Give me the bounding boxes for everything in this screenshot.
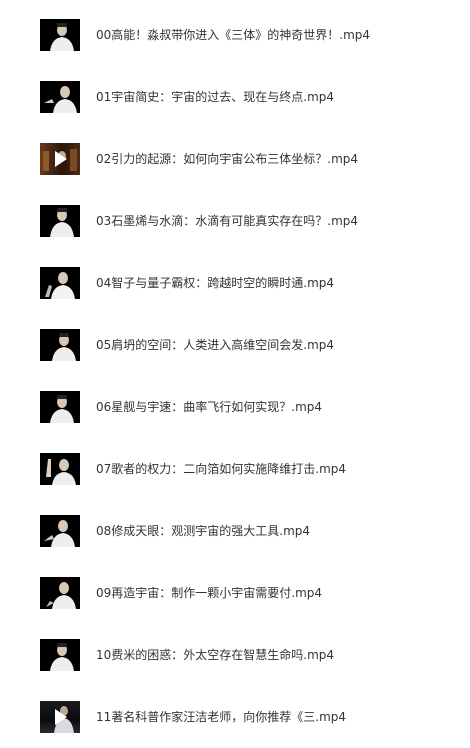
video-list-item[interactable]: 09再造宇宙：制作一颗小宇宙需要付.mp4 — [0, 562, 470, 624]
play-icon — [43, 149, 77, 171]
presenter-silhouette-icon — [50, 208, 74, 237]
video-list-item[interactable]: 05肩坍的空间：人类进入高维空间会发.mp4 — [0, 314, 470, 376]
video-file-name: 11著名科普作家汪洁老师，向你推荐《三.mp4 — [96, 710, 347, 724]
presenter-silhouette-icon — [50, 23, 74, 51]
video-thumbnail-icon — [40, 577, 80, 609]
video-thumbnail-icon — [40, 81, 80, 113]
play-icon — [54, 706, 74, 733]
video-file-name: 05肩坍的空间：人类进入高维空间会发.mp4 — [96, 338, 335, 352]
video-thumbnail-icon — [40, 453, 80, 485]
video-file-name: 07歌者的权力：二向箔如何实施降维打击.mp4 — [96, 462, 347, 476]
video-file-name: 00高能！淼叔带你进入《三体》的神奇世界！.mp4 — [96, 28, 371, 42]
video-file-name: 06星舰与宇速：曲率飞行如何实现？.mp4 — [96, 400, 323, 414]
video-file-name: 03石墨烯与水滴：水滴有可能真实存在吗？.mp4 — [96, 214, 359, 228]
video-list-item[interactable]: 10费米的困惑：外太空存在智慧生命吗.mp4 — [0, 624, 470, 686]
video-thumbnail-icon — [40, 205, 80, 237]
presenter-silhouette-icon — [46, 459, 76, 485]
video-list-item[interactable]: 08修成天眼：观测宇宙的强大工具.mp4 — [0, 500, 470, 562]
video-list-item[interactable]: 11著名科普作家汪洁老师，向你推荐《三.mp4 — [0, 686, 470, 748]
video-list-item[interactable]: 03石墨烯与水滴：水滴有可能真实存在吗？.mp4 — [0, 190, 470, 252]
presenter-silhouette-icon — [52, 333, 76, 361]
video-thumbnail-icon — [40, 19, 80, 51]
presenter-silhouette-icon — [44, 86, 77, 113]
video-list-item[interactable]: 01宇宙简史：宇宙的过去、现在与终点.mp4 — [0, 66, 470, 128]
presenter-silhouette-icon — [44, 520, 75, 547]
video-file-list: 00高能！淼叔带你进入《三体》的神奇世界！.mp4 01宇宙简史：宇宙的过去、现… — [0, 0, 470, 742]
video-file-name: 10费米的困惑：外太空存在智慧生命吗.mp4 — [96, 648, 335, 662]
presenter-silhouette-icon — [46, 582, 76, 609]
video-file-name: 09再造宇宙：制作一颗小宇宙需要付.mp4 — [96, 586, 323, 600]
video-list-item[interactable]: 02引力的起源：如何向宇宙公布三体坐标？.mp4 — [0, 128, 470, 190]
video-list-item[interactable]: 06星舰与宇速：曲率飞行如何实现？.mp4 — [0, 376, 470, 438]
video-thumbnail-icon — [40, 329, 80, 361]
video-thumbnail-icon — [40, 267, 80, 299]
presenter-silhouette-icon — [50, 643, 74, 671]
presenter-silhouette-icon — [50, 395, 74, 423]
video-thumbnail-icon — [40, 639, 80, 671]
video-thumbnail-icon — [40, 391, 80, 423]
video-list-item[interactable]: 07歌者的权力：二向箔如何实施降维打击.mp4 — [0, 438, 470, 500]
video-file-name: 08修成天眼：观测宇宙的强大工具.mp4 — [96, 524, 311, 538]
video-list-item[interactable]: 00高能！淼叔带你进入《三体》的神奇世界！.mp4 — [0, 4, 470, 66]
video-thumbnail-icon — [40, 701, 80, 733]
video-list-item[interactable]: 04智子与量子霸权：跨越时空的瞬时通.mp4 — [0, 252, 470, 314]
video-file-name: 04智子与量子霸权：跨越时空的瞬时通.mp4 — [96, 276, 335, 290]
video-file-name: 02引力的起源：如何向宇宙公布三体坐标？.mp4 — [96, 152, 359, 166]
video-thumbnail-icon — [40, 143, 80, 175]
presenter-silhouette-icon — [45, 272, 75, 299]
video-thumbnail-icon — [40, 515, 80, 547]
video-file-name: 01宇宙简史：宇宙的过去、现在与终点.mp4 — [96, 90, 335, 104]
